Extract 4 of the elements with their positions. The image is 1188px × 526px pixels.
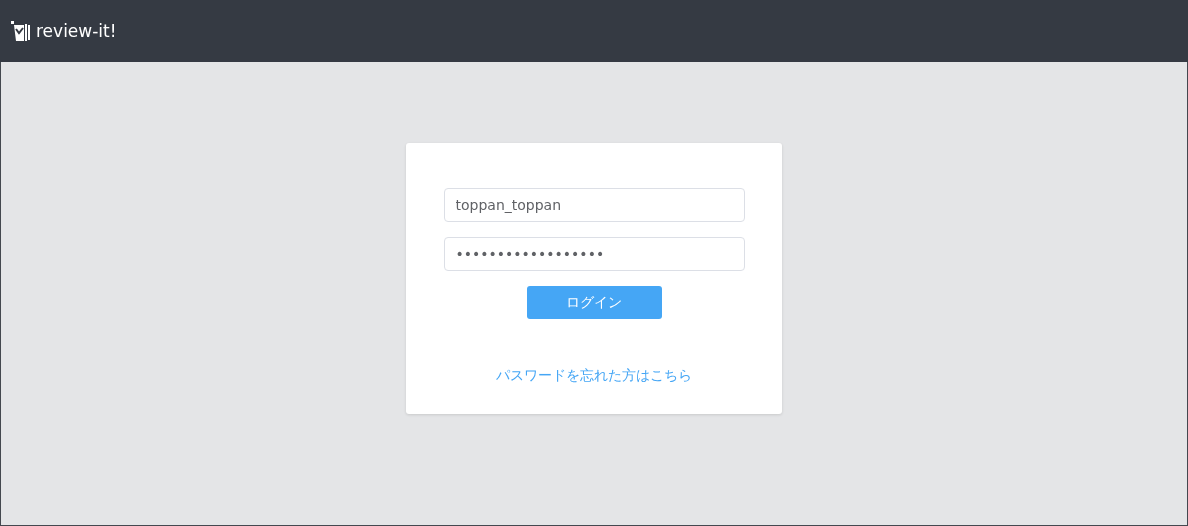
- logo-text: review-it!: [36, 21, 117, 41]
- username-field[interactable]: toppan_toppan: [443, 188, 745, 222]
- password-field[interactable]: ••••••••••••••••••: [443, 237, 745, 271]
- logo-icon: [10, 19, 32, 43]
